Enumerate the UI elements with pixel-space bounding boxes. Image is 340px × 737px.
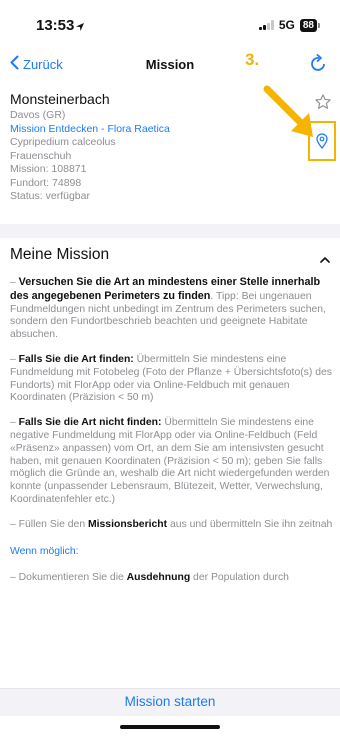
- mission-item-bold: Falls Sie die Art finden:: [18, 353, 134, 365]
- location-arrow-icon: [75, 19, 85, 37]
- mission-item: – Dokumentieren Sie die Ausdehnung der P…: [10, 572, 289, 584]
- mission-item-bold: Falls Sie die Art nicht finden:: [18, 417, 162, 429]
- mission-item: – Falls Sie die Art nicht finden: Übermi…: [10, 417, 330, 505]
- chevron-up-icon: [320, 250, 330, 268]
- location-name: Monsteinerbach: [10, 91, 110, 107]
- if-possible-label: Wenn möglich:: [10, 545, 79, 557]
- battery-level: 88: [299, 18, 317, 32]
- step-annotation: 3.: [245, 50, 260, 69]
- start-mission-bar: Mission starten: [0, 688, 340, 716]
- status-time: 13:53: [36, 17, 75, 34]
- refresh-button[interactable]: [310, 54, 328, 79]
- mission-item: – Versuchen Sie die Art an mindestens ei…: [10, 276, 326, 341]
- start-mission-button[interactable]: Mission starten: [0, 689, 340, 715]
- section-title: Meine Mission: [10, 246, 110, 263]
- mission-section-header[interactable]: Meine Mission: [10, 246, 330, 264]
- mission-item-text: Übermitteln Sie mindestens eine negative…: [10, 417, 330, 505]
- info-line-latin-name: Cypripedium calceolus: [10, 136, 116, 148]
- star-icon: [315, 94, 331, 109]
- nav-bar: Zurück Mission 3.: [0, 46, 340, 86]
- info-line-common-name: Frauenschuh: [10, 149, 72, 162]
- species-info: Monsteinerbach Davos (GR) Mission Entdec…: [10, 91, 310, 204]
- signal-icon: [259, 20, 274, 30]
- info-line-status: Status: verfügbar: [10, 190, 90, 202]
- refresh-icon: [311, 54, 325, 71]
- page-title: Mission: [145, 57, 195, 72]
- map-pin-icon: [316, 133, 328, 149]
- battery-icon: 88: [299, 18, 320, 32]
- info-line-mission-id: Mission: 108871: [10, 163, 87, 175]
- favorite-button[interactable]: [314, 93, 332, 116]
- mission-content: – Versuchen Sie die Art an mindestens ei…: [10, 276, 336, 597]
- mission-item-text: der Population durch: [190, 572, 289, 584]
- info-line-site-id: Fundort: 74898: [10, 176, 82, 189]
- info-line-region: Davos (GR): [10, 109, 66, 121]
- section-divider: [0, 224, 340, 238]
- mission-item: – Falls Sie die Art finden: Übermitteln …: [10, 353, 332, 404]
- network-label: 5G: [278, 18, 295, 32]
- mission-item-bold: Ausdehnung: [126, 572, 191, 584]
- map-location-button[interactable]: [308, 121, 336, 161]
- status-bar: 13:53 5G 88: [0, 0, 340, 46]
- home-indicator: [120, 725, 220, 729]
- mission-item-bold: Missionsbericht: [87, 518, 168, 530]
- mission-item: – Füllen Sie den Missionsbericht aus und…: [10, 518, 333, 530]
- mission-item-text: aus und übermitteln Sie ihn zeitnah: [167, 518, 333, 530]
- mission-link[interactable]: Mission Entdecken - Flora Raetica: [10, 123, 310, 137]
